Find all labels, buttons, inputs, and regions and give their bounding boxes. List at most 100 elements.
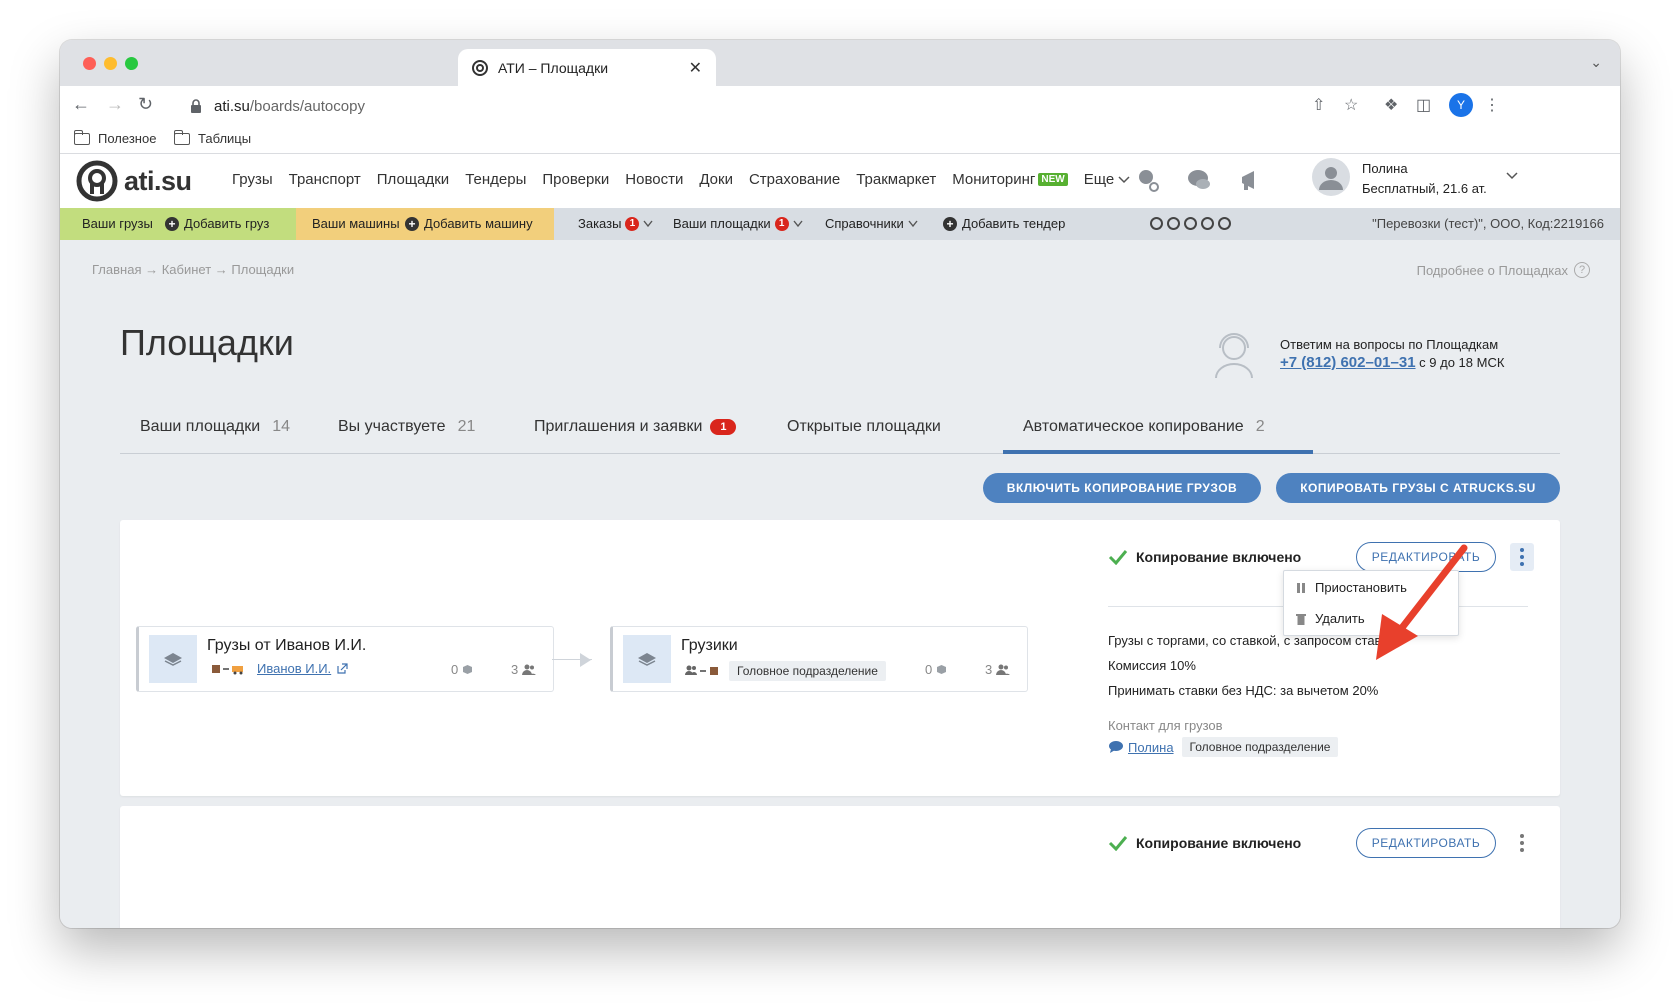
tab-invitations[interactable]: Приглашения и заявки 1 [534, 418, 737, 436]
tab-participating[interactable]: Вы участвуете 21 [338, 418, 475, 436]
boards-tabs: Ваши площадки 14 Вы участвуете 21 Приглаше… [120, 408, 1560, 454]
pause-menu-item[interactable]: Приостановить [1296, 580, 1407, 595]
company-info[interactable]: "Перевозки (тест)", ООО, Код:2219166 [1372, 216, 1604, 231]
main-nav: Грузы Транспорт Площадки Тендеры Проверк… [232, 171, 1146, 188]
partner-logo-icon [1167, 217, 1180, 230]
tab-label: Приглашения и заявки [534, 418, 703, 435]
forward-arrow-icon[interactable]: → [106, 94, 124, 115]
edit-button[interactable]: РЕДАКТИРОВАТЬ [1356, 542, 1496, 572]
nav-truckmarket[interactable]: Тракмаркет [856, 171, 936, 188]
new-badge: NEW [1038, 173, 1068, 186]
tab-auto-copy[interactable]: Автоматическое копирование 2 [1023, 418, 1265, 436]
nav-insurance[interactable]: Страхование [749, 171, 840, 188]
your-boards-menu[interactable]: Ваши площадки 1 [673, 216, 803, 231]
owner-link[interactable]: Иванов И.И. [257, 661, 331, 676]
profile-avatar[interactable]: Y [1449, 93, 1473, 117]
plus-icon: + [405, 216, 419, 231]
target-board-meta: Головное подразделение [685, 661, 886, 681]
add-truck-button[interactable]: + Добавить машину [405, 216, 533, 231]
contact-department-chip: Головное подразделение [1181, 737, 1339, 757]
notifications-megaphone-icon[interactable] [1238, 167, 1264, 193]
members-count-value: 3 [985, 662, 993, 677]
page-content: Главная → Кабинет → Площадки Подробнее о… [60, 240, 1620, 928]
more-info-link[interactable]: Подробнее о Площадках? [1417, 262, 1590, 278]
user-name[interactable]: Полина [1362, 161, 1408, 176]
directories-menu[interactable]: Справочники [825, 216, 918, 231]
bookmark-folder-tables[interactable]: Таблицы [173, 129, 252, 146]
browser-tabbar: АТИ – Площадки ✕ ⌄ [60, 40, 1620, 86]
pause-icon [1297, 582, 1305, 593]
cargo-count-value: 0 [451, 662, 459, 677]
bookmark-star-icon[interactable]: ☆ [1344, 95, 1358, 115]
bookmark-folder-useful[interactable]: Полезное [73, 129, 157, 146]
nav-more[interactable]: Еще [1084, 171, 1131, 188]
detail-commission: Комиссия 10% [1108, 658, 1196, 673]
chat-icon[interactable] [1186, 167, 1212, 193]
delete-menu-item[interactable]: Удалить [1296, 611, 1365, 626]
source-board-meta: Иванов И.И. [211, 661, 348, 676]
add-tender-button[interactable]: + Добавить тендер [943, 216, 1065, 231]
more-actions-menu-icon[interactable] [1510, 543, 1534, 571]
support-phone-link[interactable]: +7 (812) 602–01–31 [1280, 354, 1416, 371]
nav-checks[interactable]: Проверки [542, 171, 609, 188]
ati-logo-icon [76, 160, 118, 202]
maximize-window-button[interactable] [125, 57, 138, 70]
user-avatar[interactable] [1312, 158, 1350, 196]
user-menu-chevron-icon[interactable] [1506, 169, 1518, 181]
close-window-button[interactable] [83, 57, 96, 70]
browser-tab-active[interactable]: АТИ – Площадки ✕ [458, 49, 716, 86]
your-cargo-link[interactable]: Ваши грузы [82, 216, 153, 231]
nav-tenders[interactable]: Тендеры [465, 171, 526, 188]
nav-news[interactable]: Новости [625, 171, 683, 188]
enable-copy-button[interactable]: ВКЛЮЧИТЬ КОПИРОВАНИЕ ГРУЗОВ [983, 473, 1261, 503]
tab-label: Ваши площадки [140, 418, 261, 435]
detail-vat: Принимать ставки без НДС: за вычетом 20% [1108, 683, 1379, 698]
members-icon [522, 664, 537, 675]
bookmark-label: Таблицы [198, 131, 252, 146]
reload-icon[interactable]: ↻ [138, 94, 153, 115]
contact-name-link[interactable]: Полина [1128, 740, 1174, 755]
more-actions-menu-icon[interactable] [1510, 829, 1534, 857]
side-panel-icon[interactable]: ◫ [1416, 95, 1431, 115]
your-boards-label: Ваши площадки [673, 216, 771, 231]
close-tab-icon[interactable]: ✕ [689, 58, 702, 78]
browser-window: АТИ – Площадки ✕ ⌄ ← → ↻ ati.su/boards/a… [60, 40, 1620, 928]
add-cargo-button[interactable]: + Добавить груз [165, 216, 269, 231]
tab-count: 14 [272, 418, 290, 435]
tab-open-boards[interactable]: Открытые площадки [787, 418, 941, 436]
support-operator-icon [1215, 333, 1253, 379]
tab-your-boards[interactable]: Ваши площадки 14 [140, 418, 290, 436]
user-silhouette-icon [1319, 167, 1343, 190]
ati-logo[interactable]: ati.su [76, 160, 192, 202]
sub-nav: Ваши грузы + Добавить груз Ваши машины + Д… [60, 208, 1620, 240]
edit-button[interactable]: РЕДАКТИРОВАТЬ [1356, 828, 1496, 858]
nav-monitoring[interactable]: Мониторинг NEW [952, 171, 1068, 188]
external-link-icon[interactable] [337, 663, 348, 674]
members-icon [996, 664, 1011, 675]
cargo-to-truck-icon [212, 664, 243, 674]
nav-boards[interactable]: Площадки [377, 171, 449, 188]
user-search-icon[interactable] [1134, 167, 1160, 193]
tab-label: Вы участвуете [338, 418, 446, 435]
target-board: Грузики Головное подразделение 0 3 [610, 626, 1028, 692]
orders-menu[interactable]: Заказы 1 [578, 216, 653, 231]
back-arrow-icon[interactable]: ← [72, 94, 90, 115]
bookmark-label: Полезное [98, 131, 157, 146]
nav-transport[interactable]: Транспорт [289, 171, 361, 188]
breadcrumb[interactable]: Главная → Кабинет → Площадки [92, 262, 294, 277]
minimize-window-button[interactable] [104, 57, 117, 70]
share-icon[interactable]: ⇧ [1312, 95, 1325, 115]
nav-docs[interactable]: Доки [699, 171, 733, 188]
nav-cargo[interactable]: Грузы [232, 171, 273, 188]
url-field[interactable]: ati.su/boards/autocopy [178, 91, 1428, 121]
partner-logo-icon [1150, 217, 1163, 230]
folder-icon [173, 129, 190, 145]
extensions-puzzle-icon[interactable]: ❖ [1384, 95, 1398, 115]
your-trucks-link[interactable]: Ваши машины [312, 216, 400, 231]
copy-status: Копирование включено [1108, 835, 1301, 851]
copy-from-atrucks-button[interactable]: КОПИРОВАТЬ ГРУЗЫ С ATRUCKS.SU [1276, 473, 1560, 503]
logo-text: ati.su [124, 165, 192, 196]
tab-list-chevron-icon[interactable]: ⌄ [1590, 54, 1602, 71]
user-plan: Бесплатный, 21.6 ат. [1362, 181, 1487, 196]
browser-menu-icon[interactable]: ⋮ [1484, 95, 1500, 115]
